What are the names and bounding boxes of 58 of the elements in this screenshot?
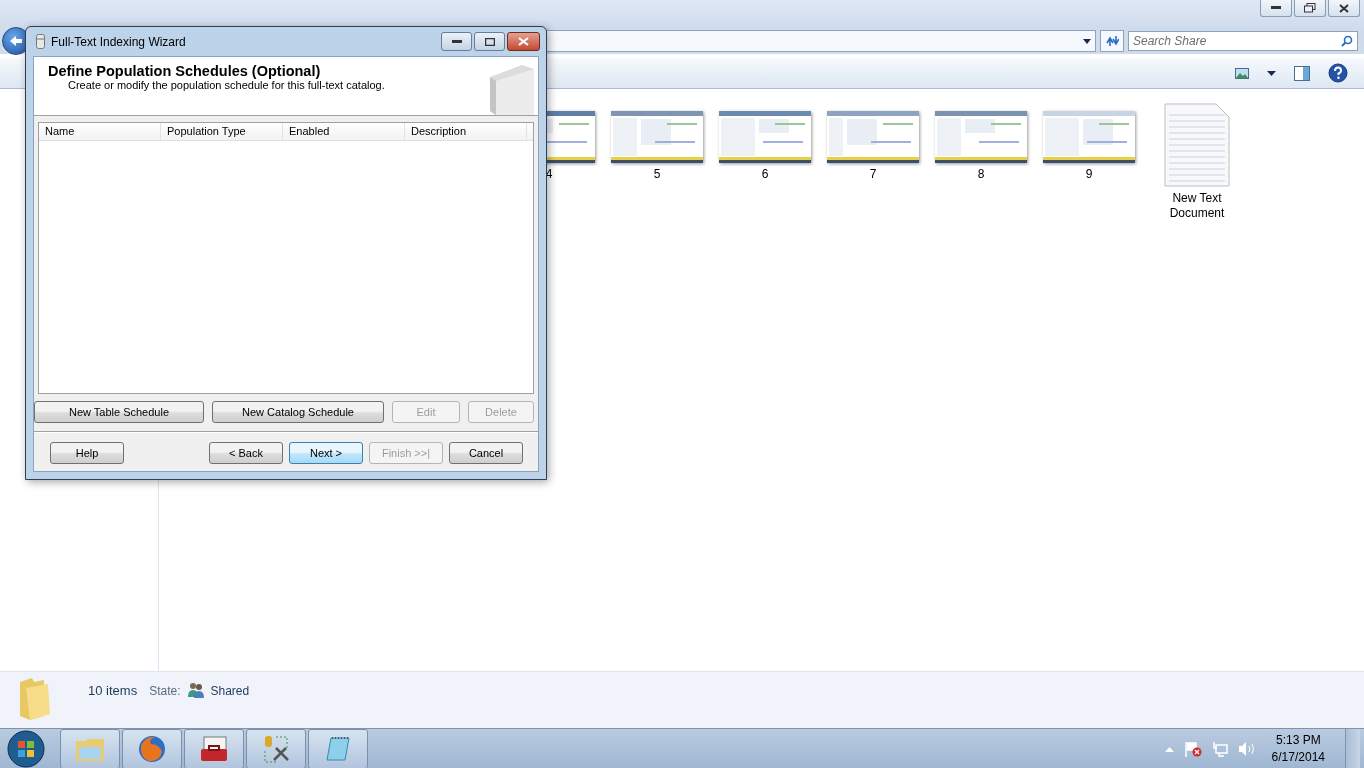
caret-icon[interactable] (1083, 38, 1091, 44)
file-label[interactable]: 5 (617, 167, 697, 182)
restore-icon (1304, 3, 1316, 13)
action-center-flag-icon[interactable] (1183, 741, 1202, 757)
maximize-button[interactable] (474, 32, 505, 51)
refresh-button[interactable] (1100, 30, 1124, 52)
minimize-button[interactable] (441, 32, 472, 51)
maximize-icon (484, 37, 495, 46)
window-title: Full-Text Indexing Wizard (51, 34, 187, 49)
schedule-list[interactable]: Name Population Type Enabled Description (38, 122, 534, 394)
view-button[interactable] (1233, 65, 1251, 81)
globe-icon (137, 734, 167, 764)
close-icon (518, 37, 529, 46)
state-value: Shared (210, 684, 250, 698)
search-icon[interactable] (1341, 35, 1353, 47)
database-icon (36, 34, 45, 49)
minimize-icon (451, 39, 462, 44)
text-document-icon (1164, 103, 1230, 187)
arrow-left-icon (9, 35, 23, 47)
toolbox-icon (198, 735, 230, 763)
schedule-button[interactable]: New Table Schedule (34, 401, 204, 423)
help-button[interactable] (1326, 61, 1350, 85)
start-button[interactable] (6, 729, 46, 768)
column-header[interactable]: Description (405, 123, 527, 140)
close-icon (1339, 3, 1349, 13)
file-label[interactable]: 6 (725, 167, 805, 182)
clock-date[interactable]: 6/17/2014 (1271, 749, 1325, 766)
close-button[interactable] (507, 32, 540, 51)
file-label[interactable]: 8 (941, 167, 1021, 182)
page-description: Create or modify the population schedule for this full-text catalog. (67, 79, 385, 91)
wizard-button[interactable]: Help (50, 442, 124, 464)
file-label[interactable]: New Text Document (1157, 191, 1237, 221)
browser-taskbar-button[interactable] (122, 729, 182, 768)
preview-pane-button[interactable] (1292, 63, 1312, 83)
column-header[interactable]: Name (39, 123, 161, 140)
column-header[interactable]: Population Type (161, 123, 283, 140)
restore-button[interactable] (1294, 0, 1326, 17)
schedule-button[interactable]: New Catalog Schedule (212, 401, 384, 423)
wizard-button[interactable]: < Back (209, 442, 283, 464)
file-label[interactable]: 7 (833, 167, 913, 182)
page-heading: Define Population Schedules (Optional) (48, 63, 322, 79)
toolbox-taskbar-button[interactable] (184, 729, 244, 768)
tools-taskbar-button[interactable] (246, 729, 306, 768)
arrows-icon (1105, 34, 1119, 48)
notepad-icon (323, 735, 353, 763)
file-label[interactable]: 9 (1049, 167, 1129, 182)
clock-time[interactable]: 5:13 PM (1275, 732, 1321, 749)
minimize-button[interactable] (1260, 0, 1292, 17)
users-icon (186, 682, 205, 698)
dropdown-caret-icon[interactable] (1265, 68, 1278, 78)
search-field[interactable]: Search Share (1128, 31, 1358, 51)
state-label: State: (149, 684, 181, 698)
column-header[interactable]: Enabled (283, 123, 405, 140)
close-button[interactable] (1328, 0, 1360, 17)
wizard-button[interactable]: Cancel (449, 442, 523, 464)
minimize-icon (1271, 6, 1281, 10)
wizard-button[interactable]: Next > (289, 442, 363, 464)
item-count: 10 items (88, 683, 138, 698)
